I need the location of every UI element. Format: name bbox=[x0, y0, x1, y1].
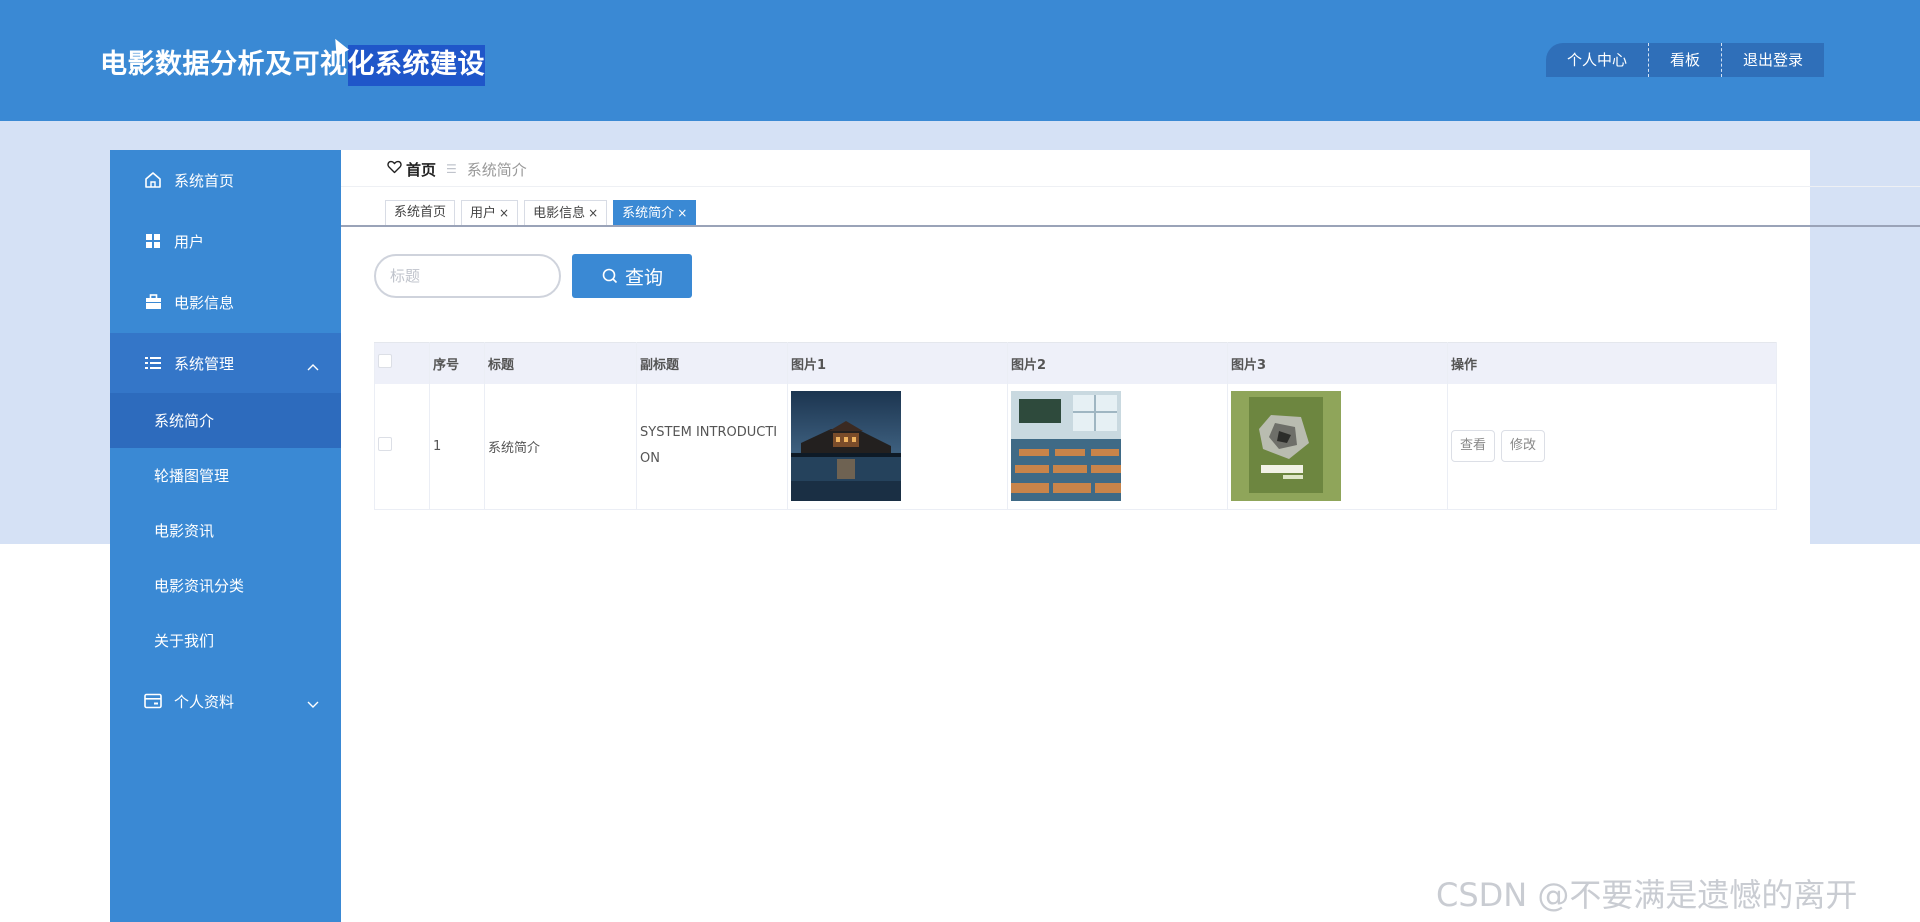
tab-system-home[interactable]: 系统首页 bbox=[385, 200, 456, 226]
close-icon[interactable]: × bbox=[677, 206, 687, 220]
app-title-selected-text: 化系统建设 bbox=[347, 45, 485, 86]
main-panel: 首页 ☰ 系统简介 系统首页 用户× 电影信息× 系统简介× 查询 序号 标题 … bbox=[341, 150, 1920, 544]
nav-personal-center[interactable]: 个人中心 bbox=[1546, 43, 1648, 77]
tab-label: 系统简介 bbox=[622, 206, 675, 221]
column-header-image2[interactable]: 图片2 bbox=[1007, 342, 1228, 384]
column-header-title[interactable]: 标题 bbox=[484, 342, 637, 384]
sidebar-item-movie-info[interactable]: 电影信息 bbox=[110, 272, 341, 332]
row-checkbox-cell bbox=[374, 383, 430, 510]
sidebar-item-users[interactable]: 用户 bbox=[110, 211, 341, 271]
grid-icon bbox=[144, 232, 162, 250]
sidebar-subitem-movie-news[interactable]: 电影资讯 bbox=[110, 503, 341, 558]
nav-logout[interactable]: 退出登录 bbox=[1721, 43, 1824, 77]
watermark: CSDN @不要满是遗憾的离开 bbox=[1436, 876, 1858, 914]
row-image3-cell bbox=[1227, 383, 1448, 510]
edit-button[interactable]: 修改 bbox=[1501, 430, 1546, 463]
column-header-subtitle[interactable]: 副标题 bbox=[636, 342, 788, 384]
close-icon[interactable]: × bbox=[499, 206, 509, 220]
heart-icon bbox=[387, 160, 402, 178]
card-icon bbox=[144, 692, 162, 710]
sidebar-subitem-movie-news-category[interactable]: 电影资讯分类 bbox=[110, 558, 341, 613]
column-header-image3[interactable]: 图片3 bbox=[1227, 342, 1448, 384]
sidebar-item-home[interactable]: 系统首页 bbox=[110, 150, 341, 210]
list-icon bbox=[144, 354, 162, 372]
sidebar: 系统首页 用户 电影信息 系统管理 系统简介 轮播图管理 电影资讯 电影资讯分类… bbox=[110, 150, 341, 922]
sidebar-item-system-management[interactable]: 系统管理 bbox=[110, 333, 341, 393]
breadcrumb-home[interactable]: 首页 bbox=[406, 159, 436, 180]
sidebar-item-label: 系统管理 bbox=[174, 354, 235, 373]
data-table: 序号 标题 副标题 图片1 图片2 图片3 操作 1 系统简介 SYSTEM I… bbox=[374, 342, 1777, 510]
breadcrumb: 首页 ☰ 系统简介 bbox=[387, 158, 527, 180]
row-checkbox[interactable] bbox=[378, 437, 392, 452]
night-palace-photo[interactable] bbox=[791, 391, 901, 502]
green-book-cover[interactable] bbox=[1231, 391, 1341, 502]
classroom-photo[interactable] bbox=[1011, 391, 1121, 502]
sidebar-subitem-carousel[interactable]: 轮播图管理 bbox=[110, 448, 341, 503]
search-icon bbox=[601, 267, 619, 285]
tab-label: 用户 bbox=[470, 206, 497, 221]
tab-users[interactable]: 用户 × bbox=[461, 200, 519, 226]
row-image2-cell bbox=[1007, 383, 1228, 510]
tab-system-intro[interactable]: 系统简介 × bbox=[613, 200, 697, 226]
sidebar-item-label: 用户 bbox=[174, 232, 205, 251]
close-icon[interactable]: × bbox=[588, 206, 598, 220]
query-button-label: 查询 bbox=[624, 266, 663, 289]
row-index: 1 bbox=[429, 383, 485, 510]
sidebar-item-profile[interactable]: 个人资料 bbox=[110, 671, 341, 731]
column-header-image1[interactable]: 图片1 bbox=[787, 342, 1008, 384]
sidebar-subitem-about-us[interactable]: 关于我们 bbox=[110, 613, 341, 668]
tab-bar-divider bbox=[341, 225, 1920, 227]
title-search-input[interactable] bbox=[374, 254, 561, 298]
select-all-checkbox[interactable] bbox=[378, 354, 392, 369]
view-button[interactable]: 查看 bbox=[1451, 430, 1496, 463]
sidebar-item-label: 个人资料 bbox=[174, 692, 235, 711]
breadcrumb-separator: ☰ bbox=[446, 162, 457, 176]
sidebar-item-label: 系统首页 bbox=[174, 171, 235, 190]
query-button[interactable]: 查询 bbox=[572, 254, 692, 298]
column-header-index[interactable]: 序号 bbox=[429, 342, 485, 384]
tab-label: 系统首页 bbox=[394, 205, 447, 220]
tab-bar: 系统首页 用户 × 电影信息 × 系统简介 × bbox=[385, 200, 702, 226]
row-actions-cell: 查看 修改 bbox=[1447, 383, 1777, 510]
app-title-text: 电影数据分析及可视 bbox=[100, 49, 348, 80]
column-header-actions: 操作 bbox=[1447, 342, 1777, 384]
chevron-down-icon bbox=[307, 695, 319, 713]
sidebar-item-label: 电影信息 bbox=[174, 293, 235, 312]
home-icon bbox=[144, 171, 162, 189]
breadcrumb-current: 系统简介 bbox=[466, 160, 527, 179]
tab-movie-info[interactable]: 电影信息 × bbox=[524, 200, 608, 226]
chevron-up-icon bbox=[307, 357, 319, 375]
nav-dashboard[interactable]: 看板 bbox=[1648, 43, 1721, 77]
tab-label: 电影信息 bbox=[533, 206, 586, 221]
row-title: 系统简介 bbox=[484, 383, 637, 510]
sidebar-subitem-system-intro[interactable]: 系统简介 bbox=[110, 393, 341, 448]
top-header: 电影数据分析及可视化系统建设 个人中心 看板 退出登录 bbox=[0, 0, 1920, 121]
header-checkbox-cell bbox=[374, 342, 430, 384]
row-image1-cell bbox=[787, 383, 1008, 510]
briefcase-icon bbox=[144, 293, 162, 311]
app-title: 电影数据分析及可视化系统建设 bbox=[100, 42, 485, 86]
table-row: 1 系统简介 SYSTEM INTRODUCTION 查看 修改 bbox=[374, 383, 1777, 510]
breadcrumb-divider bbox=[341, 186, 1920, 187]
top-nav: 个人中心 看板 退出登录 bbox=[1546, 43, 1825, 77]
row-subtitle: SYSTEM INTRODUCTION bbox=[636, 383, 788, 510]
table-header-row: 序号 标题 副标题 图片1 图片2 图片3 操作 bbox=[374, 342, 1777, 384]
